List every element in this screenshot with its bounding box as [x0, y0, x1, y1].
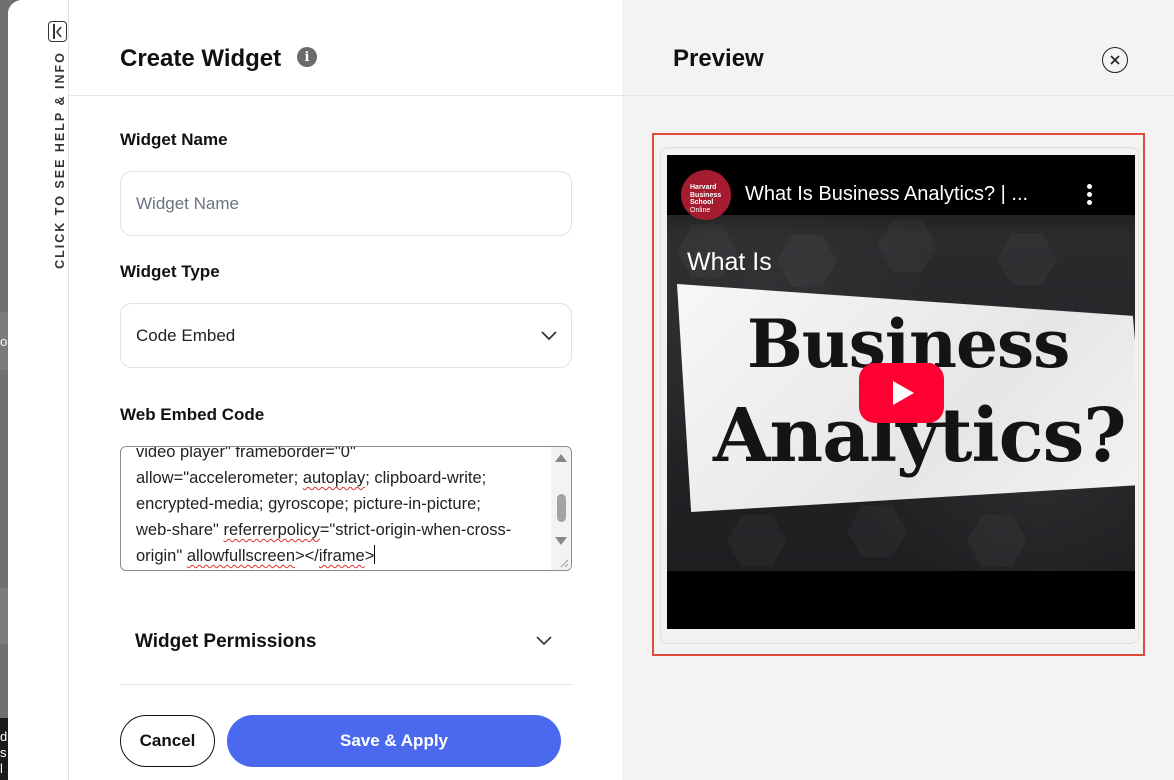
widget-preview-card: What Is Business Analytics? Harvard Busi…: [660, 147, 1139, 644]
embed-code-label: Web Embed Code: [120, 405, 265, 424]
cancel-button[interactable]: Cancel: [120, 715, 215, 767]
help-rail-label[interactable]: CLICK TO SEE HELP & INFO: [53, 51, 67, 269]
backdrop-text: o: [0, 334, 8, 349]
backdrop-text: l: [0, 761, 3, 776]
chevron-down-icon: [541, 330, 557, 340]
textarea-scrollbar[interactable]: [551, 447, 571, 570]
scroll-down-icon[interactable]: [555, 537, 567, 545]
widget-name-label: Widget Name: [120, 130, 228, 149]
preview-panel: Preview What Is Business Analytics? Harv…: [622, 0, 1174, 780]
info-icon[interactable]: i: [297, 47, 317, 67]
channel-logo-text: Business: [690, 191, 722, 199]
widget-name-placeholder: Widget Name: [136, 193, 239, 213]
code-text: encrypted-media; gyroscope; picture-in-p…: [136, 495, 481, 513]
widget-name-input[interactable]: Widget Name: [120, 171, 572, 236]
code-text: origin": [136, 547, 187, 565]
create-widget-drawer: CLICK TO SEE HELP & INFO Create Widget i…: [8, 0, 1174, 780]
embed-code-textarea[interactable]: video player" frameborder="0" allow="acc…: [120, 446, 572, 571]
backdrop-text: d: [0, 729, 8, 744]
code-text: ; clipboard-write;: [365, 469, 487, 487]
close-icon: [1110, 55, 1120, 65]
widget-type-value: Code Embed: [136, 325, 236, 345]
scroll-up-icon[interactable]: [555, 454, 567, 462]
code-text: iframe: [318, 547, 365, 565]
embedded-video-player[interactable]: What Is Business Analytics? Harvard Busi…: [667, 155, 1135, 629]
code-text: web-share": [136, 521, 224, 539]
help-rail: CLICK TO SEE HELP & INFO: [8, 0, 69, 780]
code-text: >: [364, 547, 375, 565]
widget-type-select[interactable]: Code Embed: [120, 303, 572, 368]
page-title: Create Widget: [120, 45, 282, 72]
save-apply-button[interactable]: Save & Apply: [227, 715, 561, 767]
video-title[interactable]: What Is Business Analytics? | ...: [745, 183, 1028, 206]
backdrop-text: s: [0, 745, 7, 760]
widget-type-label: Widget Type: [120, 262, 220, 281]
channel-logo-text: School: [690, 199, 714, 206]
preview-header: Preview: [622, 0, 1174, 96]
text-caret: [374, 545, 376, 564]
widget-form-panel: Create Widget i Widget Name Widget Name …: [69, 0, 622, 780]
code-text: allowfullscreen: [186, 547, 296, 565]
more-vert-icon[interactable]: [1087, 184, 1093, 206]
preview-highlight-frame: What Is Business Analytics? Harvard Busi…: [652, 133, 1145, 656]
widget-permissions-accordion[interactable]: Widget Permissions: [120, 600, 573, 685]
code-text: video player" frameborder="0": [136, 446, 356, 461]
form-header: Create Widget i: [69, 0, 622, 96]
code-text: referrerpolicy: [223, 521, 320, 539]
collapse-panel-icon[interactable]: [48, 21, 67, 42]
thumbnail-small-text: What Is: [687, 248, 772, 276]
scrollbar-thumb[interactable]: [557, 494, 566, 522]
channel-avatar[interactable]: Harvard Business School Online: [681, 170, 731, 220]
close-button[interactable]: [1102, 47, 1128, 73]
code-text: allow="accelerometer;: [136, 469, 303, 487]
channel-logo-text: Online: [690, 206, 711, 214]
preview-title: Preview: [673, 45, 764, 72]
code-text: autoplay: [302, 469, 366, 487]
channel-logo-text: Harvard: [690, 184, 717, 191]
embed-code-content: video player" frameborder="0" allow="acc…: [136, 446, 549, 569]
resize-handle-icon[interactable]: [559, 558, 569, 568]
play-icon[interactable]: [859, 363, 944, 423]
chevron-down-icon: [536, 636, 552, 646]
code-text: ="strict-origin-when-cross-: [319, 521, 512, 539]
code-text: ></: [295, 547, 319, 565]
widget-permissions-label: Widget Permissions: [135, 631, 317, 652]
